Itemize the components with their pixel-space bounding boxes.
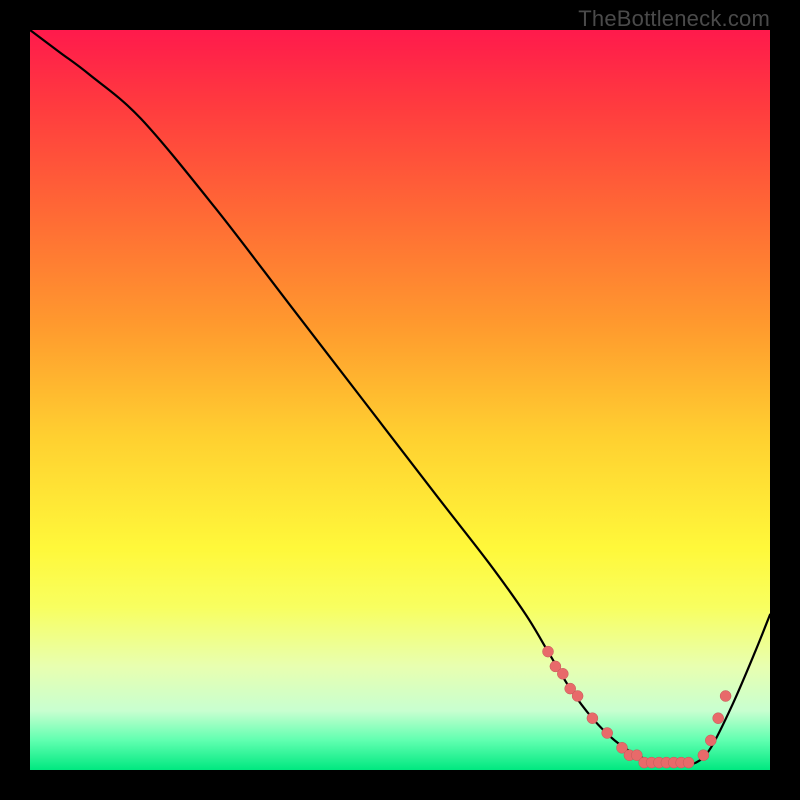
curve-svg	[30, 30, 770, 770]
highlight-dot	[557, 668, 568, 679]
plot-area	[30, 30, 770, 770]
highlight-dot	[698, 750, 709, 761]
highlight-dot	[683, 757, 694, 768]
attribution-label: TheBottleneck.com	[578, 6, 770, 32]
highlight-dot	[705, 735, 716, 746]
highlight-dots	[543, 646, 732, 768]
chart-frame: TheBottleneck.com	[0, 0, 800, 800]
highlight-dot	[602, 728, 613, 739]
highlight-dot	[713, 713, 724, 724]
highlight-dot	[572, 691, 583, 702]
highlight-dot	[587, 713, 598, 724]
bottleneck-curve	[30, 30, 770, 764]
highlight-dot	[543, 646, 554, 657]
highlight-dot	[720, 691, 731, 702]
